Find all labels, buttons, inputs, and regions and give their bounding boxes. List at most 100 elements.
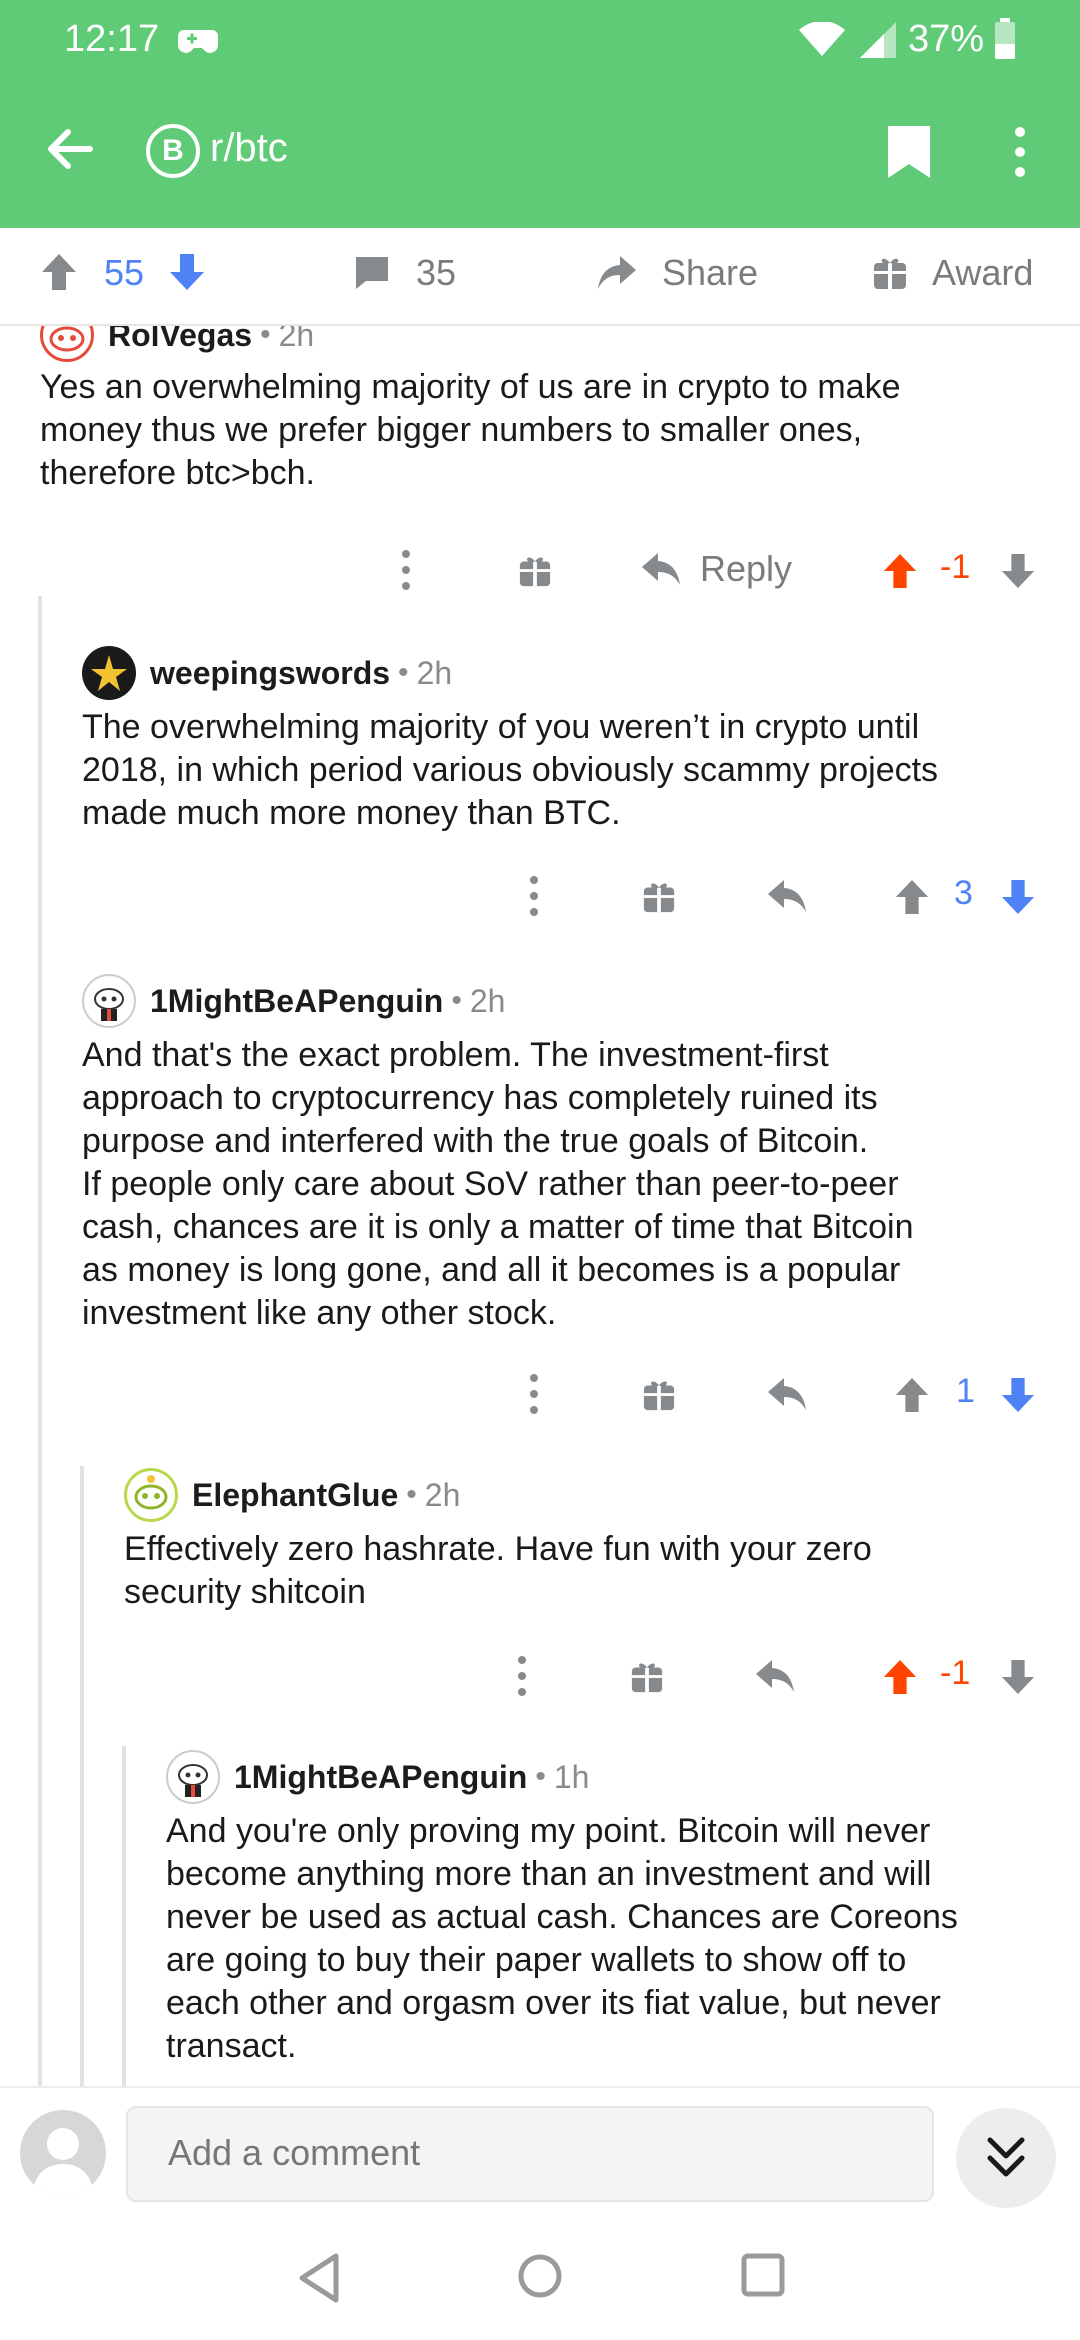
comment-actions: -1 [0,1654,1080,1714]
comment-icon [356,257,388,289]
reply-icon[interactable] [754,1658,796,1694]
downvote-icon[interactable] [168,252,206,292]
comment-body: The overwhelming majority of you weren’t… [82,708,939,832]
more-vertical-icon[interactable] [528,1372,540,1416]
comment-score: 1 [956,1372,975,1410]
collapse-button[interactable] [956,2108,1056,2208]
separator-dot: • [398,656,409,689]
nav-home-icon[interactable] [516,2252,564,2300]
subreddit-icon[interactable]: B [146,124,200,178]
separator-dot: • [406,1478,417,1511]
reply-icon[interactable] [766,1376,808,1412]
nav-back-icon[interactable] [296,2252,342,2304]
system-nav-bar [0,2216,1080,2340]
user-avatar-icon [32,2128,94,2196]
comment-author[interactable]: RolVegas [108,326,252,354]
comment-meta: 1MightBeAPenguin • 1h [166,1748,589,1806]
separator-dot: • [451,984,462,1017]
arrow-left-icon[interactable] [44,124,94,174]
comment-author[interactable]: weepingswords [150,655,390,692]
downvote-icon[interactable] [1000,1376,1036,1414]
star-avatar-icon [91,655,127,691]
downvote-icon[interactable] [1000,878,1036,916]
avatar[interactable] [166,1750,220,1804]
separator-dot: • [260,326,271,351]
reply-button[interactable]: Reply [640,548,792,590]
comment-count: 35 [416,252,457,293]
upvote-icon[interactable] [40,252,78,292]
gift-icon[interactable] [630,1660,664,1694]
comment-author[interactable]: 1MightBeAPenguin [150,983,443,1020]
comment-author[interactable]: 1MightBeAPenguin [234,1759,527,1796]
snoo-avatar-icon [49,326,85,352]
upvote-icon[interactable] [894,1376,930,1414]
comment-body: Yes an overwhelming majority of us are i… [40,368,901,492]
comment-actions: Reply -1 [0,548,1080,608]
comment-score: -1 [940,1654,971,1692]
share-icon [598,256,636,289]
more-vertical-icon[interactable] [528,874,540,918]
comment-body: And that's the exact problem. The invest… [82,1036,914,1332]
upvote-icon[interactable] [882,1658,918,1696]
gift-icon[interactable] [642,1378,676,1412]
game-controller-icon [178,30,218,53]
comment-actions: 1 [0,1372,1080,1432]
battery-icon [995,18,1015,59]
signal-icon [860,22,896,58]
separator-dot: • [535,1760,546,1793]
reply-icon[interactable] [766,878,808,914]
status-time: 12:17 [64,18,160,60]
comment-score: 3 [954,874,973,912]
comment-age: 1h [553,1758,590,1795]
user-avatar[interactable] [20,2110,106,2196]
comment-age: 2h [424,1476,461,1513]
thread-rail [122,1746,126,2086]
battery-percent: 37% [908,18,985,60]
comment-composer: Add a comment [0,2086,1080,2216]
app-header: B r/btc [0,80,1080,228]
comment-meta: weepingswords • 2h [82,644,452,702]
post-score: 55 [104,252,145,293]
comment-score: -1 [940,548,971,586]
gift-icon [874,258,906,289]
comment-thread: RolVegas • 2h Yes an overwhelming majori… [0,326,1080,2086]
comment-age: 2h [469,982,506,1019]
wifi-icon [799,22,845,56]
avatar[interactable] [82,646,136,700]
gift-icon[interactable] [642,880,676,914]
comment-body: And you're only proving my point. Bitcoi… [166,1812,958,2065]
more-vertical-icon[interactable] [1010,126,1030,178]
comment-input[interactable]: Add a comment [126,2106,934,2202]
gift-icon[interactable] [518,554,552,588]
penguin-avatar-icon [178,1764,208,1797]
reply-icon [642,553,680,585]
more-vertical-icon[interactable] [516,1654,528,1698]
post-action-bar: 55 35 Share Award [0,228,1080,326]
avatar[interactable] [40,326,94,362]
nav-recents-icon[interactable] [740,2252,786,2298]
share-button[interactable]: Share [596,252,758,294]
award-button[interactable]: Award [872,252,1033,294]
comments-button[interactable]: 35 [352,252,456,294]
reply-label: Reply [700,548,793,589]
share-label: Share [662,252,759,293]
award-label: Award [932,252,1034,293]
downvote-icon[interactable] [1000,552,1036,590]
comment-author[interactable]: ElephantGlue [192,1477,398,1514]
thread-rail [38,596,42,2086]
comment-body: Effectively zero hashrate. Have fun with… [124,1530,872,1611]
avatar[interactable] [82,974,136,1028]
subreddit-name[interactable]: r/btc [210,126,288,171]
comment-meta: 1MightBeAPenguin • 2h [82,972,505,1030]
status-bar: 12:17 37% [0,0,1080,80]
avatar[interactable] [124,1468,178,1522]
comment-actions: 3 [0,874,1080,934]
more-vertical-icon[interactable] [400,548,412,592]
upvote-icon[interactable] [882,552,918,590]
bookmark-icon[interactable] [886,124,932,180]
upvote-icon[interactable] [894,878,930,916]
comment-meta: RolVegas • 2h [40,326,314,364]
comment-age: 2h [416,654,453,691]
downvote-icon[interactable] [1000,1658,1036,1696]
thread-rail [80,1466,84,2086]
